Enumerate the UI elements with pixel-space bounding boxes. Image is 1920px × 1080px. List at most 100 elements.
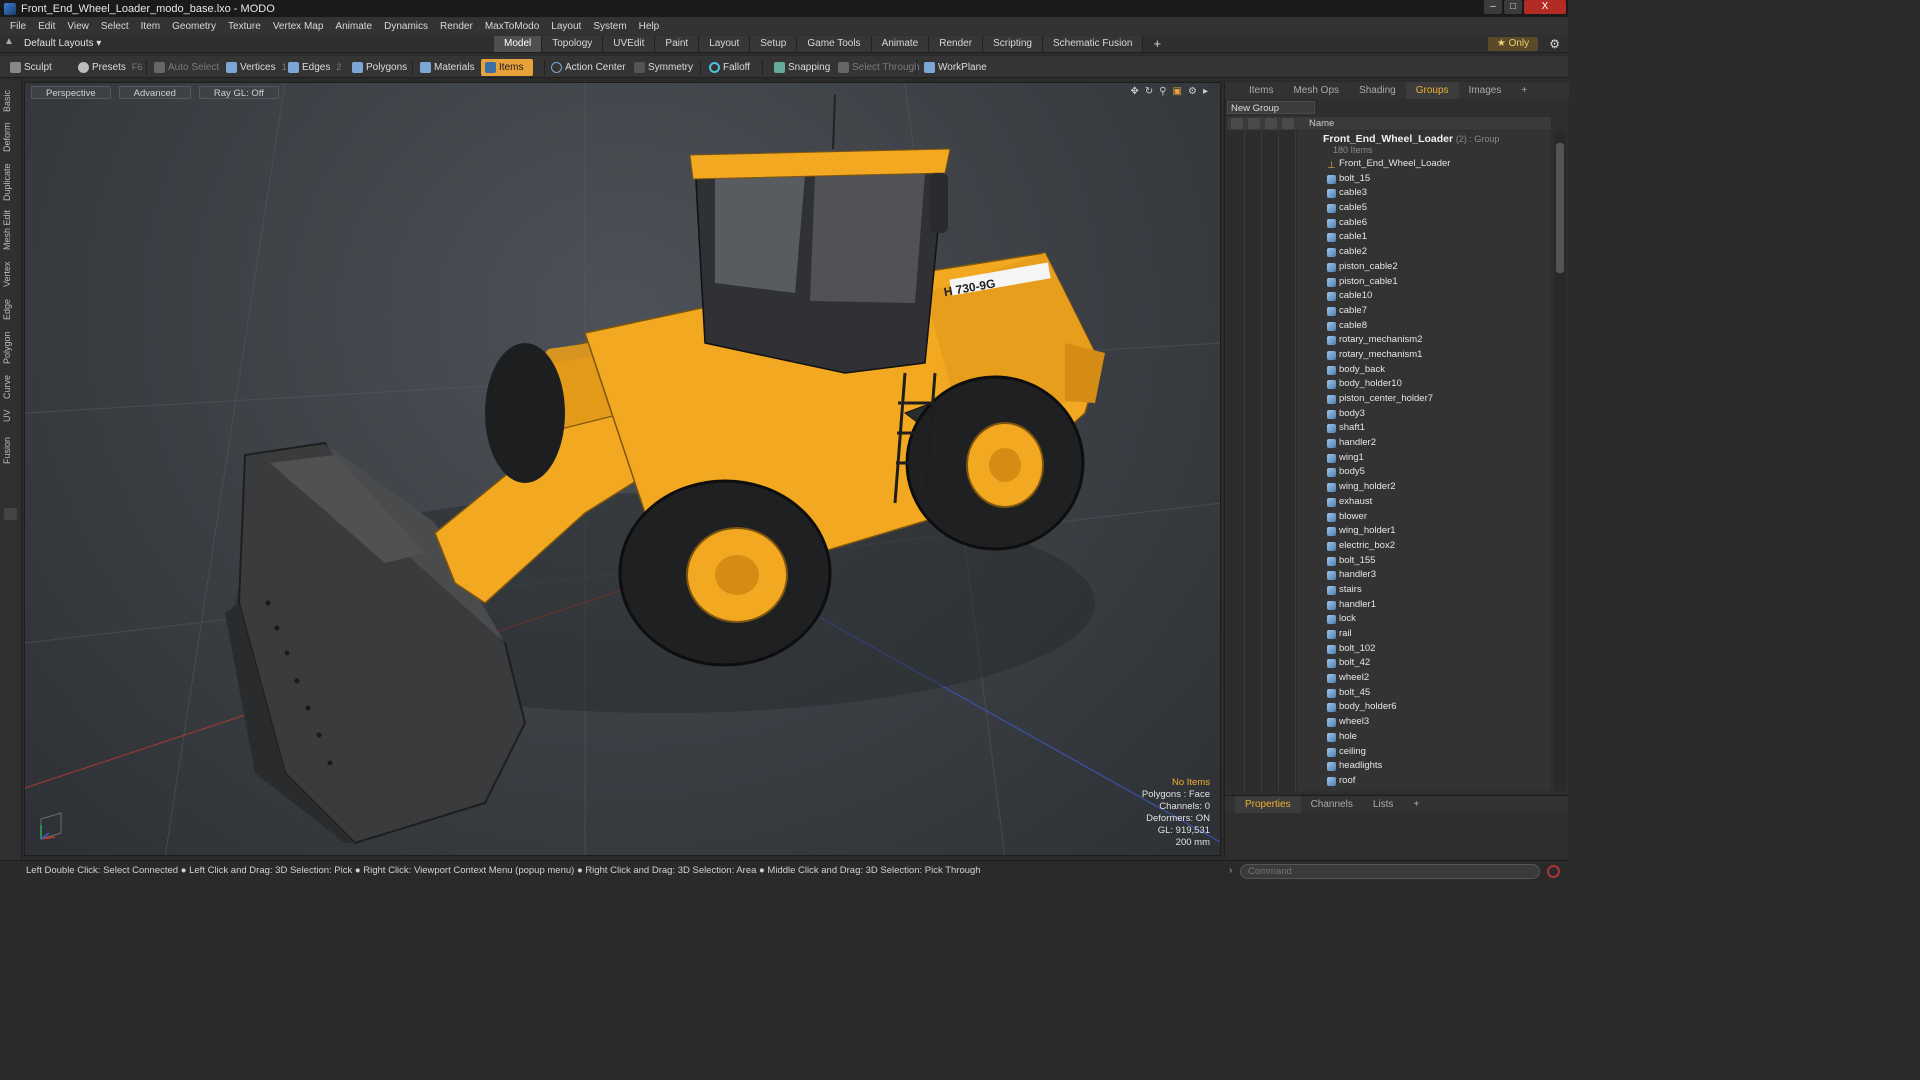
group-item-row[interactable]: cable2 — [1327, 245, 1450, 260]
maximize-button[interactable]: □ — [1504, 0, 1522, 14]
only-toggle-button[interactable]: ★ Only — [1488, 37, 1538, 51]
group-node[interactable]: Front_End_Wheel_Loader (2) : Group 180 I… — [1323, 133, 1499, 156]
edges-button[interactable]: Edges 2 — [284, 59, 341, 76]
group-item-row[interactable]: wheel2 — [1327, 671, 1450, 686]
menu-render[interactable]: Render — [436, 21, 481, 32]
groups-scrollbar[interactable] — [1554, 131, 1566, 791]
new-group-button[interactable]: New Group — [1227, 101, 1315, 114]
group-item-row[interactable]: cable5 — [1327, 201, 1450, 216]
select-through-button[interactable]: Select Through — [834, 59, 920, 76]
group-item-row[interactable]: shaft1 — [1327, 421, 1450, 436]
tab-topology[interactable]: Topology — [542, 36, 604, 52]
select-column-icon[interactable] — [1282, 118, 1294, 129]
group-item-row[interactable]: lock — [1327, 612, 1450, 627]
vtab-vertex[interactable]: Vertex — [2, 258, 18, 290]
polygons-button[interactable]: Polygons — [348, 59, 407, 76]
group-item-row[interactable]: ceiling — [1327, 745, 1450, 760]
tab-properties[interactable]: Properties — [1235, 795, 1301, 813]
group-item-row[interactable]: handler1 — [1327, 598, 1450, 613]
gear-icon[interactable]: ⚙ — [1549, 37, 1560, 51]
layout-up-icon[interactable]: ▲ — [4, 36, 16, 50]
command-input[interactable] — [1240, 864, 1540, 879]
group-item-row[interactable]: body_holder10 — [1327, 377, 1450, 392]
group-item-row[interactable]: ⊥ Front_End_Wheel_Loader — [1327, 157, 1450, 172]
group-item-row[interactable]: wing_holder1 — [1327, 524, 1450, 539]
tab-items[interactable]: Items — [1239, 82, 1283, 99]
group-item-row[interactable]: wing1 — [1327, 451, 1450, 466]
group-item-row[interactable]: roof — [1327, 774, 1450, 789]
group-item-row[interactable]: wing_holder2 — [1327, 480, 1450, 495]
tab-game-tools[interactable]: Game Tools — [797, 36, 872, 52]
tab-layout[interactable]: Layout — [699, 36, 751, 52]
menu-vertex-map[interactable]: Vertex Map — [269, 21, 332, 32]
group-item-row[interactable]: body3 — [1327, 407, 1450, 422]
group-item-row[interactable]: bolt_102 — [1327, 642, 1450, 657]
vtab-edge[interactable]: Edge — [2, 295, 18, 323]
group-item-row[interactable]: bolt_15 — [1327, 172, 1450, 187]
add-panel-tab-button[interactable]: + — [1511, 82, 1537, 99]
group-item-row[interactable]: piston_cable1 — [1327, 275, 1450, 290]
group-item-row[interactable]: cable1 — [1327, 230, 1450, 245]
group-item-row[interactable]: handler2 — [1327, 436, 1450, 451]
eye-column-icon[interactable] — [1231, 118, 1243, 129]
group-item-row[interactable]: headlights — [1327, 759, 1450, 774]
add-tab-button[interactable]: + — [1143, 36, 1171, 52]
menu-help[interactable]: Help — [635, 21, 668, 32]
vtab-mesh-edit[interactable]: Mesh Edit — [2, 208, 18, 252]
group-item-row[interactable]: body5 — [1327, 465, 1450, 480]
falloff-button[interactable]: Falloff — [705, 59, 750, 76]
record-macro-icon[interactable] — [1547, 865, 1560, 878]
layouts-dropdown[interactable]: Default Layouts ▾ — [24, 38, 101, 49]
menu-animate[interactable]: Animate — [331, 21, 380, 32]
vtab-deform[interactable]: Deform — [2, 120, 18, 154]
group-item-row[interactable]: stairs — [1327, 583, 1450, 598]
vtab-fusion[interactable]: Fusion — [2, 432, 18, 468]
vtab-basic[interactable]: Basic — [2, 86, 18, 116]
menu-texture[interactable]: Texture — [224, 21, 269, 32]
vtab-uv[interactable]: UV — [2, 406, 18, 426]
group-item-row[interactable]: handler3 — [1327, 568, 1450, 583]
group-item-row[interactable]: cable6 — [1327, 216, 1450, 231]
presets-button[interactable]: Presets F6 — [74, 59, 142, 76]
tab-render[interactable]: Render — [929, 36, 984, 52]
close-button[interactable]: X — [1524, 0, 1566, 14]
group-item-row[interactable]: piston_center_holder7 — [1327, 392, 1450, 407]
viewport-gear-icon[interactable]: ⚙ — [1188, 86, 1197, 97]
menu-system[interactable]: System — [589, 21, 634, 32]
tab-groups[interactable]: Groups — [1405, 82, 1459, 99]
workplane-button[interactable]: WorkPlane — [920, 59, 987, 76]
menu-maxtomodo[interactable]: MaxToModo — [481, 21, 547, 32]
menu-geometry[interactable]: Geometry — [168, 21, 224, 32]
strip-toggle-icon[interactable] — [4, 508, 17, 520]
group-item-row[interactable]: cable10 — [1327, 289, 1450, 304]
group-item-row[interactable]: exhaust — [1327, 495, 1450, 510]
group-item-row[interactable]: bolt_42 — [1327, 656, 1450, 671]
tab-model[interactable]: Model — [494, 36, 543, 52]
snapping-button[interactable]: Snapping — [770, 59, 830, 76]
tab-schematic-fusion[interactable]: Schematic Fusion — [1042, 36, 1144, 52]
group-item-row[interactable]: cable8 — [1327, 319, 1450, 334]
tab-uvedit[interactable]: UVEdit — [603, 36, 656, 52]
tab-scripting[interactable]: Scripting — [983, 36, 1043, 52]
rotate-icon[interactable]: ↻ — [1145, 86, 1153, 97]
vtab-curve[interactable]: Curve — [2, 372, 18, 402]
group-item-row[interactable]: bolt_155 — [1327, 554, 1450, 569]
minimize-button[interactable]: – — [1484, 0, 1502, 14]
group-item-row[interactable]: blower — [1327, 510, 1450, 525]
group-item-row[interactable]: rotary_mechanism2 — [1327, 333, 1450, 348]
viewport-more-icon[interactable]: ▸ — [1203, 86, 1208, 97]
advanced-shading-button[interactable]: Advanced — [118, 86, 191, 99]
auto-select-button[interactable]: Auto Select — [150, 59, 219, 76]
menu-select[interactable]: Select — [97, 21, 137, 32]
group-item-row[interactable]: body_back — [1327, 363, 1450, 378]
group-item-row[interactable]: piston_cable2 — [1327, 260, 1450, 275]
tab-images[interactable]: Images — [1459, 82, 1512, 99]
fit-icon[interactable]: ▣ — [1173, 86, 1182, 97]
group-item-row[interactable]: hole — [1327, 730, 1450, 745]
group-item-row[interactable]: body_holder6 — [1327, 700, 1450, 715]
lock-column-icon[interactable] — [1265, 118, 1277, 129]
vtab-polygon[interactable]: Polygon — [2, 328, 18, 368]
tab-paint[interactable]: Paint — [655, 36, 700, 52]
action-center-button[interactable]: Action Center — [547, 59, 626, 76]
tab-lists[interactable]: Lists — [1363, 796, 1404, 813]
